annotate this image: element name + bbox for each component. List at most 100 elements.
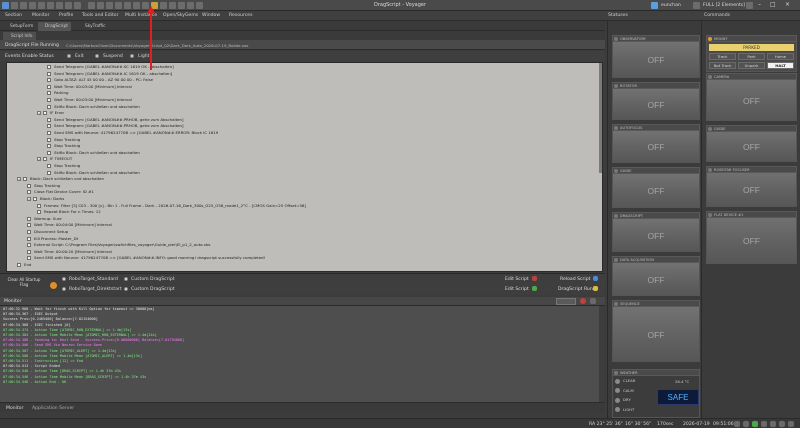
menu-openskygems[interactable]: Open/SkyGems xyxy=(163,13,198,18)
row-checkbox[interactable] xyxy=(43,157,47,162)
menu-profile[interactable]: Profile xyxy=(59,13,73,18)
row-checkbox[interactable] xyxy=(47,65,51,69)
help-icon[interactable] xyxy=(187,2,194,9)
row-checkbox[interactable] xyxy=(47,170,51,175)
row-checkbox[interactable] xyxy=(47,164,51,168)
pause-icon[interactable] xyxy=(97,2,104,9)
custom-checkbox-2[interactable] xyxy=(124,287,128,291)
web-icon[interactable] xyxy=(178,2,185,9)
log-scrollbar[interactable] xyxy=(599,306,605,402)
row-checkbox[interactable] xyxy=(47,78,51,83)
sync-icon[interactable] xyxy=(115,2,122,9)
weather-icon[interactable] xyxy=(133,2,140,9)
camera-icon[interactable] xyxy=(47,2,54,9)
row-checkbox[interactable] xyxy=(37,203,41,208)
stop-icon[interactable] xyxy=(106,2,113,9)
close-button[interactable]: × xyxy=(785,1,790,8)
row-checkbox[interactable] xyxy=(37,210,41,215)
maximize-button[interactable]: □ xyxy=(770,1,776,8)
log-icon[interactable] xyxy=(169,2,176,9)
target-icon[interactable] xyxy=(124,2,131,9)
row-checkbox[interactable] xyxy=(47,117,51,122)
guide-icon[interactable] xyxy=(74,2,81,9)
row-checkbox[interactable] xyxy=(47,98,51,102)
run-icon[interactable] xyxy=(50,282,57,289)
row-checkbox[interactable] xyxy=(27,256,31,261)
track-button[interactable]: Track xyxy=(709,53,736,60)
flat-icon[interactable] xyxy=(160,2,167,9)
row-checkbox[interactable] xyxy=(47,84,51,89)
expand-toggle-icon[interactable]: − xyxy=(27,197,31,201)
robo-standard-checkbox[interactable] xyxy=(62,277,66,281)
unpark-button[interactable]: Unpark xyxy=(738,62,765,69)
menu-monitor[interactable]: Monitor xyxy=(32,13,49,18)
clear-startup-button[interactable]: Clear All Startup Flag xyxy=(4,277,44,293)
mount-icon[interactable] xyxy=(56,2,63,9)
exit-radio[interactable] xyxy=(67,54,71,58)
park-button[interactable]: Park xyxy=(738,53,765,60)
tab-skytraffic[interactable]: SkyTraffic xyxy=(78,22,109,31)
row-checkbox[interactable] xyxy=(43,111,47,116)
open-icon[interactable] xyxy=(20,2,27,9)
row-checkbox[interactable] xyxy=(27,249,31,254)
tab-dragscript[interactable]: DragScript xyxy=(38,22,71,31)
tree-row[interactable]: End xyxy=(17,262,31,269)
info-icon[interactable] xyxy=(196,2,203,9)
clear-log-icon[interactable] xyxy=(580,298,586,304)
save-icon[interactable] xyxy=(29,2,36,9)
reload-script-button[interactable]: Reload Script xyxy=(560,277,590,282)
tab-monitor[interactable]: Monitor xyxy=(6,406,23,411)
play-icon[interactable] xyxy=(88,2,95,9)
row-checkbox[interactable] xyxy=(23,177,27,182)
settings-icon[interactable] xyxy=(38,2,45,9)
tab-setupform[interactable]: SetupForm xyxy=(3,22,36,31)
tree-row[interactable]: Send SMS with Neuron: 4179624770B => [GA… xyxy=(27,255,265,262)
script-tree[interactable]: Send Telegram: [GABEL #ANON##.SC 1619 OK… xyxy=(6,62,603,272)
row-checkbox[interactable] xyxy=(47,91,51,96)
dragscript-run-button[interactable]: DragScript Run xyxy=(558,287,593,292)
home-button[interactable]: Home xyxy=(767,53,794,60)
row-checkbox[interactable] xyxy=(27,236,31,241)
row-checkbox[interactable] xyxy=(27,183,31,188)
expand-toggle-icon[interactable]: − xyxy=(37,111,41,116)
row-checkbox[interactable] xyxy=(27,230,31,234)
expand-toggle-icon[interactable]: − xyxy=(37,157,41,162)
suspend-radio[interactable] xyxy=(95,54,99,58)
tab-script-info[interactable]: Script Info xyxy=(3,32,37,40)
tree-row-label: Skiflo Block: Dach schließen und abschal… xyxy=(54,103,140,109)
row-checkbox[interactable] xyxy=(47,131,51,135)
light-radio[interactable] xyxy=(130,54,134,58)
row-checkbox[interactable] xyxy=(47,150,51,155)
halt-button[interactable]: HALT xyxy=(767,62,794,69)
log-output[interactable]: 07:00:32.960 - Wait for finish with Kill… xyxy=(0,306,605,402)
new-icon[interactable] xyxy=(11,2,18,9)
expand-toggle-icon[interactable]: − xyxy=(17,177,21,182)
row-checkbox[interactable] xyxy=(27,243,31,248)
row-checkbox[interactable] xyxy=(27,216,31,221)
row-checkbox[interactable] xyxy=(17,263,21,267)
monitor-filter-button[interactable] xyxy=(556,298,576,305)
tab-application-server[interactable]: Application Server xyxy=(32,406,74,411)
menu-tools[interactable]: Tools and Editor xyxy=(82,13,118,18)
custom-checkbox[interactable] xyxy=(124,277,128,281)
row-checkbox[interactable] xyxy=(47,104,51,109)
row-checkbox[interactable] xyxy=(33,197,37,201)
bell-icon[interactable] xyxy=(746,2,753,9)
row-checkbox[interactable] xyxy=(27,223,31,228)
robo-direkt-checkbox[interactable] xyxy=(62,287,66,291)
row-checkbox[interactable] xyxy=(47,71,51,76)
focus-icon[interactable] xyxy=(65,2,72,9)
menu-window[interactable]: Window xyxy=(202,13,220,18)
save-log-icon[interactable] xyxy=(590,298,596,304)
row-checkbox[interactable] xyxy=(47,124,51,129)
menu-resources[interactable]: Resources xyxy=(229,13,252,18)
tree-scrollbar[interactable] xyxy=(599,63,602,173)
row-checkbox[interactable] xyxy=(47,144,51,149)
edit-script-button[interactable]: Edit Script xyxy=(505,277,529,282)
menu-section[interactable]: Section xyxy=(5,13,22,18)
row-checkbox[interactable] xyxy=(27,190,31,195)
row-checkbox[interactable] xyxy=(47,137,51,142)
edit-script-button-2[interactable]: Edit Script xyxy=(505,287,529,292)
not-track-button[interactable]: Not Track xyxy=(709,62,736,69)
minimize-button[interactable]: – xyxy=(758,1,761,8)
